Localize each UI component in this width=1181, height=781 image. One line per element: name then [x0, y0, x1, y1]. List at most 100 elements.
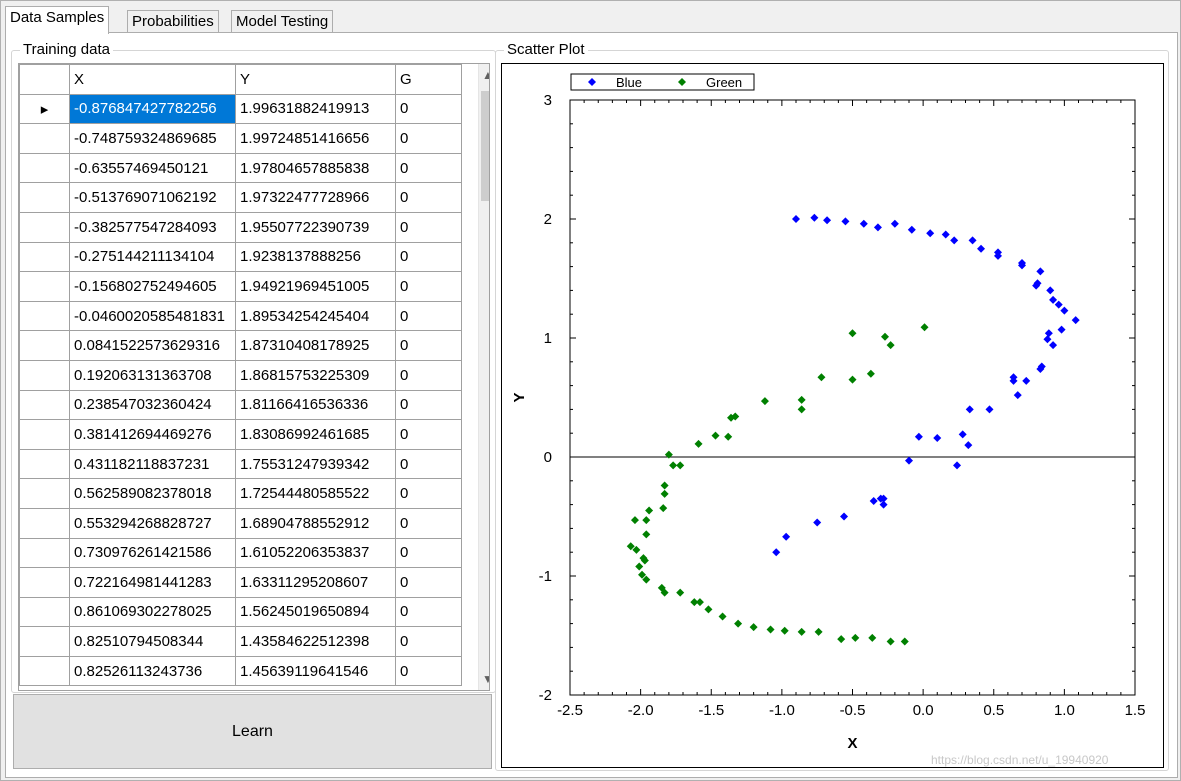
table-cell-x[interactable]: 0.861069302278025 — [69, 596, 236, 628]
column-header-x[interactable]: X — [69, 64, 236, 95]
table-row[interactable]: -0.513769071062192 1.97322477728966 0 — [19, 182, 462, 213]
table-cell-g[interactable]: 0 — [395, 596, 462, 628]
table-cell-x[interactable]: 0.381412694469276 — [69, 419, 236, 450]
table-cell-g[interactable]: 0 — [395, 330, 462, 361]
table-cell-y[interactable]: 1.9238137888256 — [235, 241, 396, 273]
row-header[interactable] — [19, 537, 70, 569]
table-cell-g[interactable]: 0 — [395, 419, 462, 450]
table-cell-y[interactable]: 1.61052206353837 — [235, 537, 396, 569]
scrollbar-thumb[interactable] — [481, 91, 489, 201]
table-row[interactable]: -0.748759324869685 1.99724851416656 0 — [19, 123, 462, 154]
table-cell-x[interactable]: 0.431182118837231 — [69, 448, 236, 480]
table-cell-g[interactable]: 0 — [395, 211, 462, 243]
training-data-grid[interactable]: X Y G ▸ -0.876847427782256 1.9963188241991… — [18, 63, 490, 691]
table-cell-y[interactable]: 1.43584622512398 — [235, 626, 396, 657]
scatter-plot-area[interactable]: -2.5 -2.0 -1.5 -1.0 -0.5 0.0 0.5 1.0 1.5 -2 -1 0 1 2 3… — [501, 63, 1164, 768]
tab-probabilities[interactable]: Probabilities — [127, 10, 219, 33]
table-cell-y[interactable]: 1.75531247939342 — [235, 448, 396, 480]
tab-model-testing[interactable]: Model Testing — [231, 10, 334, 33]
table-cell-x[interactable]: 0.562589082378018 — [69, 478, 236, 509]
table-cell-g[interactable]: 0 — [395, 152, 462, 184]
table-cell-x[interactable]: -0.513769071062192 — [69, 182, 236, 213]
table-cell-y[interactable]: 1.45639119641546 — [235, 655, 396, 687]
scroll-down-icon[interactable]: ▼ — [479, 668, 489, 690]
table-cell-y[interactable]: 1.87310408178925 — [235, 330, 396, 361]
row-header[interactable] — [19, 507, 70, 539]
table-cell-y[interactable]: 1.86815753225309 — [235, 359, 396, 391]
table-row[interactable]: -0.63557469450121 1.97804657885838 0 — [19, 152, 462, 184]
table-row[interactable]: 0.861069302278025 1.56245019650894 0 — [19, 596, 462, 628]
table-cell-g[interactable]: 0 — [395, 93, 462, 125]
table-cell-y[interactable]: 1.99631882419913 — [235, 93, 396, 125]
table-cell-g[interactable]: 0 — [395, 389, 462, 421]
table-cell-y[interactable]: 1.81166416536336 — [235, 389, 396, 421]
table-cell-y[interactable]: 1.68904788552912 — [235, 507, 396, 539]
table-cell-g[interactable]: 0 — [395, 478, 462, 509]
row-header[interactable] — [19, 655, 70, 687]
table-row[interactable]: 0.722164981441283 1.63311295208607 0 — [19, 567, 462, 598]
table-row[interactable]: -0.156802752494605 1.94921969451005 0 — [19, 271, 462, 302]
table-row[interactable]: 0.82510794508344 1.43584622512398 0 — [19, 626, 462, 657]
table-cell-y[interactable]: 1.94921969451005 — [235, 271, 396, 302]
row-header[interactable] — [19, 123, 70, 154]
table-cell-x[interactable]: -0.382577547284093 — [69, 211, 236, 243]
table-cell-y[interactable]: 1.56245019650894 — [235, 596, 396, 628]
table-cell-x[interactable]: 0.238547032360424 — [69, 389, 236, 421]
table-cell-x[interactable]: -0.0460020585481831 — [69, 300, 236, 332]
row-header[interactable] — [19, 152, 70, 184]
table-row[interactable]: 0.192063131363708 1.86815753225309 0 — [19, 359, 462, 391]
table-cell-g[interactable]: 0 — [395, 626, 462, 657]
table-cell-y[interactable]: 1.95507722390739 — [235, 211, 396, 243]
table-cell-x[interactable]: -0.156802752494605 — [69, 271, 236, 302]
table-cell-g[interactable]: 0 — [395, 655, 462, 687]
table-cell-x[interactable]: 0.82526113243736 — [69, 655, 236, 687]
table-row[interactable]: -0.382577547284093 1.95507722390739 0 — [19, 211, 462, 243]
column-header-g[interactable]: G — [395, 64, 462, 95]
row-header[interactable] — [19, 389, 70, 421]
table-cell-x[interactable]: 0.553294268828727 — [69, 507, 236, 539]
table-row[interactable]: 0.431182118837231 1.75531247939342 0 — [19, 448, 462, 480]
table-cell-x[interactable]: 0.82510794508344 — [69, 626, 236, 657]
table-cell-x[interactable]: 0.722164981441283 — [69, 567, 236, 598]
table-cell-x[interactable]: 0.730976261421586 — [69, 537, 236, 569]
scroll-up-icon[interactable]: ▲ — [479, 64, 489, 86]
learn-button[interactable]: Learn — [13, 694, 492, 769]
table-cell-g[interactable]: 0 — [395, 241, 462, 273]
table-cell-y[interactable]: 1.72544480585522 — [235, 478, 396, 509]
table-cell-g[interactable]: 0 — [395, 359, 462, 391]
column-header-y[interactable]: Y — [235, 64, 396, 95]
table-cell-y[interactable]: 1.97804657885838 — [235, 152, 396, 184]
table-cell-x[interactable]: 0.192063131363708 — [69, 359, 236, 391]
grid-vertical-scrollbar[interactable]: ▲ ▼ — [478, 64, 489, 690]
table-row[interactable]: 0.562589082378018 1.72544480585522 0 — [19, 478, 462, 509]
table-cell-g[interactable]: 0 — [395, 271, 462, 302]
table-cell-x[interactable]: -0.63557469450121 — [69, 152, 236, 184]
table-row[interactable]: 0.0841522573629316 1.87310408178925 0 — [19, 330, 462, 361]
row-header[interactable] — [19, 182, 70, 213]
row-header[interactable] — [19, 300, 70, 332]
table-cell-y[interactable]: 1.83086992461685 — [235, 419, 396, 450]
row-header[interactable] — [19, 626, 70, 657]
tab-data-samples[interactable]: Data Samples — [5, 6, 110, 34]
table-row[interactable]: 0.238547032360424 1.81166416536336 0 — [19, 389, 462, 421]
row-header[interactable] — [19, 359, 70, 391]
row-header[interactable] — [19, 448, 70, 480]
table-cell-g[interactable]: 0 — [395, 507, 462, 539]
table-row[interactable]: 0.730976261421586 1.61052206353837 0 — [19, 537, 462, 569]
table-row[interactable]: ▸ -0.876847427782256 1.99631882419913 0 — [19, 93, 462, 125]
row-header[interactable] — [19, 478, 70, 509]
table-cell-g[interactable]: 0 — [395, 123, 462, 154]
table-row[interactable]: 0.82526113243736 1.45639119641546 0 — [19, 655, 462, 687]
table-cell-g[interactable]: 0 — [395, 182, 462, 213]
table-cell-g[interactable]: 0 — [395, 567, 462, 598]
table-row[interactable]: -0.275144211134104 1.9238137888256 0 — [19, 241, 462, 273]
table-cell-x[interactable]: -0.275144211134104 — [69, 241, 236, 273]
row-header[interactable] — [19, 211, 70, 243]
table-cell-g[interactable]: 0 — [395, 537, 462, 569]
row-header[interactable] — [19, 271, 70, 302]
table-cell-x[interactable]: 0.0841522573629316 — [69, 330, 236, 361]
row-header[interactable] — [19, 567, 70, 598]
table-row[interactable]: 0.381412694469276 1.83086992461685 0 — [19, 419, 462, 450]
table-row[interactable]: -0.0460020585481831 1.89534254245404 0 — [19, 300, 462, 332]
table-cell-x[interactable]: -0.748759324869685 — [69, 123, 236, 154]
